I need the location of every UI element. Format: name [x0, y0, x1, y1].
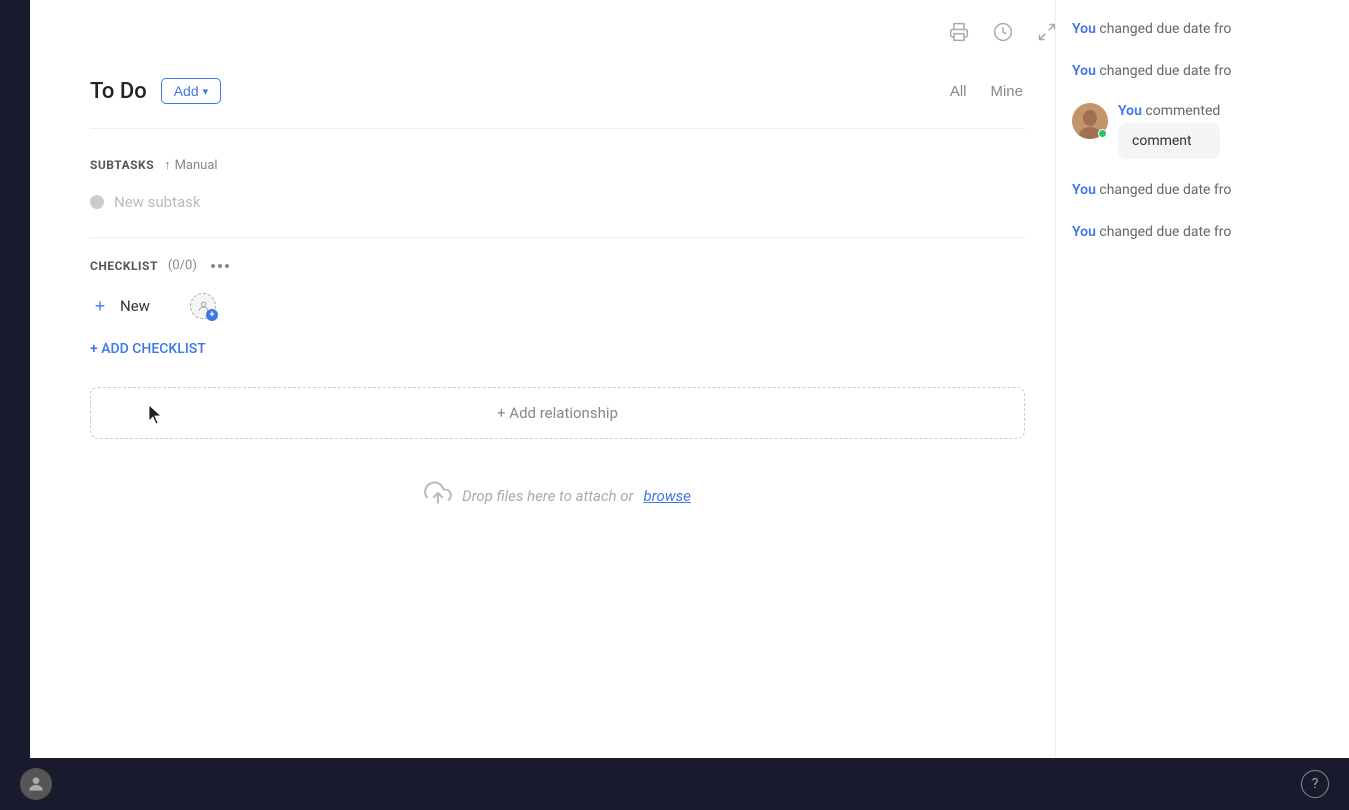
comment-item: You commented comment — [1072, 103, 1333, 159]
sort-label: Manual — [175, 158, 218, 173]
new-subtask-input[interactable]: New subtask — [114, 193, 201, 211]
comment-author: You commented — [1118, 103, 1220, 119]
add-button-label: Add — [174, 83, 199, 99]
upload-icon — [424, 479, 452, 513]
add-button[interactable]: Add ▾ — [161, 78, 221, 104]
new-subtask-row: New subtask — [90, 187, 1025, 217]
add-relationship-label: + Add relationship — [497, 404, 618, 422]
help-button[interactable]: ? — [1301, 770, 1329, 798]
filter-all-button[interactable]: All — [948, 79, 969, 104]
comment-action: commented — [1145, 103, 1220, 119]
avatar-wrapper — [1072, 103, 1108, 139]
bottom-bar-avatar — [20, 768, 52, 800]
assign-plus-icon: + — [206, 309, 218, 321]
activity-item: You changed due date fro — [1072, 181, 1333, 201]
comment-bubble: comment — [1118, 123, 1220, 159]
task-header: To Do Add ▾ All Mine — [90, 58, 1025, 129]
section-divider — [90, 237, 1025, 238]
checklist-item-row: + New + — [90, 289, 1025, 323]
bottom-bar: ? — [0, 758, 1349, 810]
add-checklist-item-button[interactable]: + — [90, 296, 110, 316]
add-checklist-link[interactable]: + ADD CHECKLIST — [90, 341, 1025, 357]
sort-indicator[interactable]: ↑ Manual — [164, 157, 218, 173]
history-icon[interactable] — [989, 18, 1017, 46]
add-dropdown-arrow: ▾ — [203, 85, 209, 98]
checklist-section: CHECKLIST (0/0) + New + — [90, 258, 1025, 357]
drop-files-area: Drop files here to attach or browse — [90, 455, 1025, 537]
add-checklist-label: + ADD CHECKLIST — [90, 341, 206, 357]
browse-link[interactable]: browse — [643, 487, 690, 505]
task-title-area: To Do Add ▾ — [90, 78, 221, 104]
task-title: To Do — [90, 79, 147, 104]
activity-you-2: You — [1072, 63, 1096, 79]
activity-item: You changed due date fro — [1072, 20, 1333, 40]
comment-content: You commented comment — [1118, 103, 1220, 159]
checklist-label: CHECKLIST — [90, 259, 158, 273]
activity-you-1: You — [1072, 21, 1096, 37]
activity-item: You changed due date fro — [1072, 223, 1333, 243]
print-icon[interactable] — [945, 18, 973, 46]
drop-files-text: Drop files here to attach or — [462, 487, 633, 505]
dot2 — [218, 264, 222, 268]
subtasks-section: SUBTASKS ↑ Manual New subtask — [90, 157, 1025, 217]
dot3 — [225, 264, 229, 268]
activity-text-5: changed due date fro — [1099, 224, 1231, 240]
activity-text-1: changed due date fro — [1099, 21, 1231, 37]
main-panel: To Do Add ▾ All Mine SUBTASKS ↑ Manual — [30, 0, 1085, 810]
dot1 — [211, 264, 215, 268]
activity-you-5: You — [1072, 224, 1096, 240]
subtasks-header: SUBTASKS ↑ Manual — [90, 157, 1025, 173]
activity-text-2: changed due date fro — [1099, 63, 1231, 79]
assign-user-button[interactable]: + — [190, 293, 216, 319]
toolbar — [30, 0, 1085, 58]
checklist-menu-dots[interactable] — [211, 264, 229, 268]
filter-buttons: All Mine — [948, 79, 1025, 104]
subtasks-label: SUBTASKS — [90, 158, 154, 172]
subtask-dot-icon — [90, 195, 104, 209]
comment-you-label: You — [1118, 103, 1142, 119]
comment-text: comment — [1132, 133, 1192, 149]
help-icon: ? — [1312, 776, 1319, 792]
checklist-item-text[interactable]: New — [120, 297, 180, 315]
right-panel: You changed due date fro You changed due… — [1055, 0, 1349, 810]
activity-feed: You changed due date fro You changed due… — [1056, 0, 1349, 810]
add-relationship-box[interactable]: + Add relationship — [90, 387, 1025, 439]
checklist-header: CHECKLIST (0/0) — [90, 258, 1025, 273]
checklist-count: (0/0) — [168, 258, 197, 273]
activity-text-4: changed due date fro — [1099, 182, 1231, 198]
content-area: To Do Add ▾ All Mine SUBTASKS ↑ Manual — [30, 58, 1085, 810]
sidebar-strip — [0, 0, 30, 810]
activity-you-4: You — [1072, 182, 1096, 198]
filter-mine-button[interactable]: Mine — [988, 79, 1025, 104]
sort-arrow-icon: ↑ — [164, 157, 171, 173]
online-status-dot — [1098, 129, 1107, 138]
activity-item: You changed due date fro — [1072, 62, 1333, 82]
